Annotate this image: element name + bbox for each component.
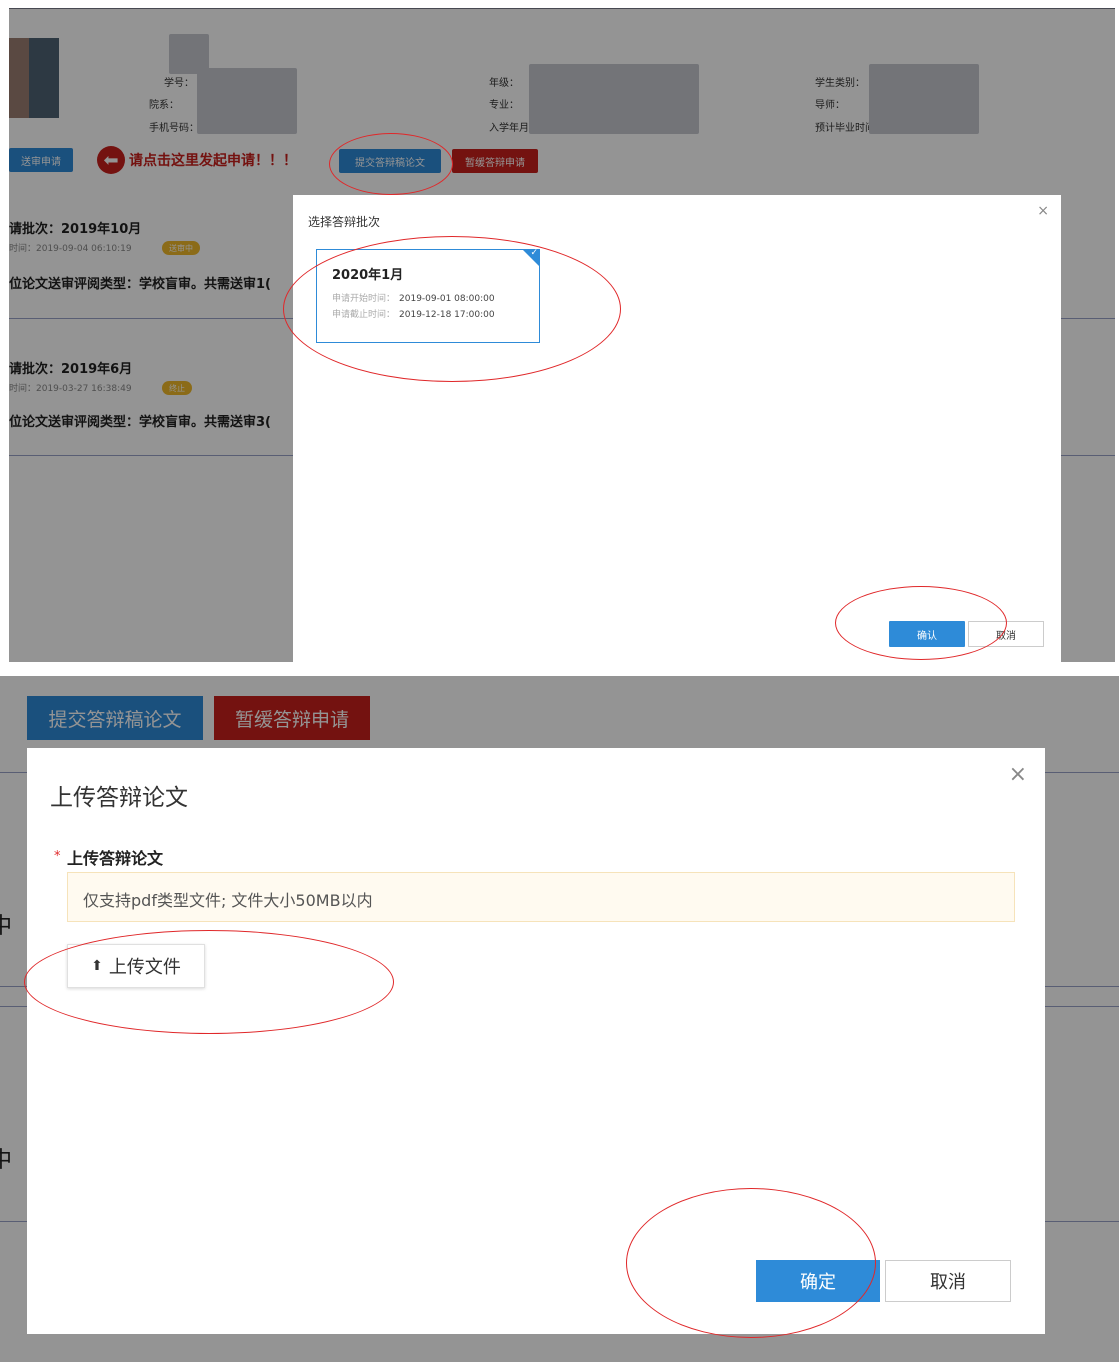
file-hint-text: 仅支持pdf类型文件; 文件大小50MB以内 — [83, 891, 373, 910]
close-icon[interactable]: × — [1037, 203, 1049, 219]
annotation-circle — [835, 586, 1007, 660]
upload-paper-dialog: 上传答辩论文 × * 上传答辩论文 仅支持pdf类型文件; 文件大小50MB以内… — [27, 748, 1045, 1334]
screenshot-panel-select-batch: 学号： 院系： 手机号码： 年级： 专业： 入学年月： 学生类别： 导师： 预计… — [9, 8, 1115, 662]
annotation-circle — [329, 133, 453, 195]
annotation-circle — [626, 1188, 876, 1338]
dialog-title: 选择答辩批次 — [308, 215, 381, 229]
dialog-title: 上传答辩论文 — [50, 785, 188, 811]
required-mark: * — [54, 849, 61, 864]
cancel-button[interactable]: 取消 — [885, 1260, 1011, 1302]
annotation-circle — [24, 930, 394, 1034]
field-label: 上传答辩论文 — [67, 849, 164, 868]
annotation-circle — [283, 236, 621, 382]
close-icon[interactable]: × — [1009, 762, 1027, 787]
screenshot-panel-upload: 提交答辩稿论文 暂缓答辩申请 中 中 上传答辩论文 × * 上传答辩论文 仅支持… — [0, 676, 1119, 1362]
file-hint-box: 仅支持pdf类型文件; 文件大小50MB以内 — [67, 872, 1015, 922]
